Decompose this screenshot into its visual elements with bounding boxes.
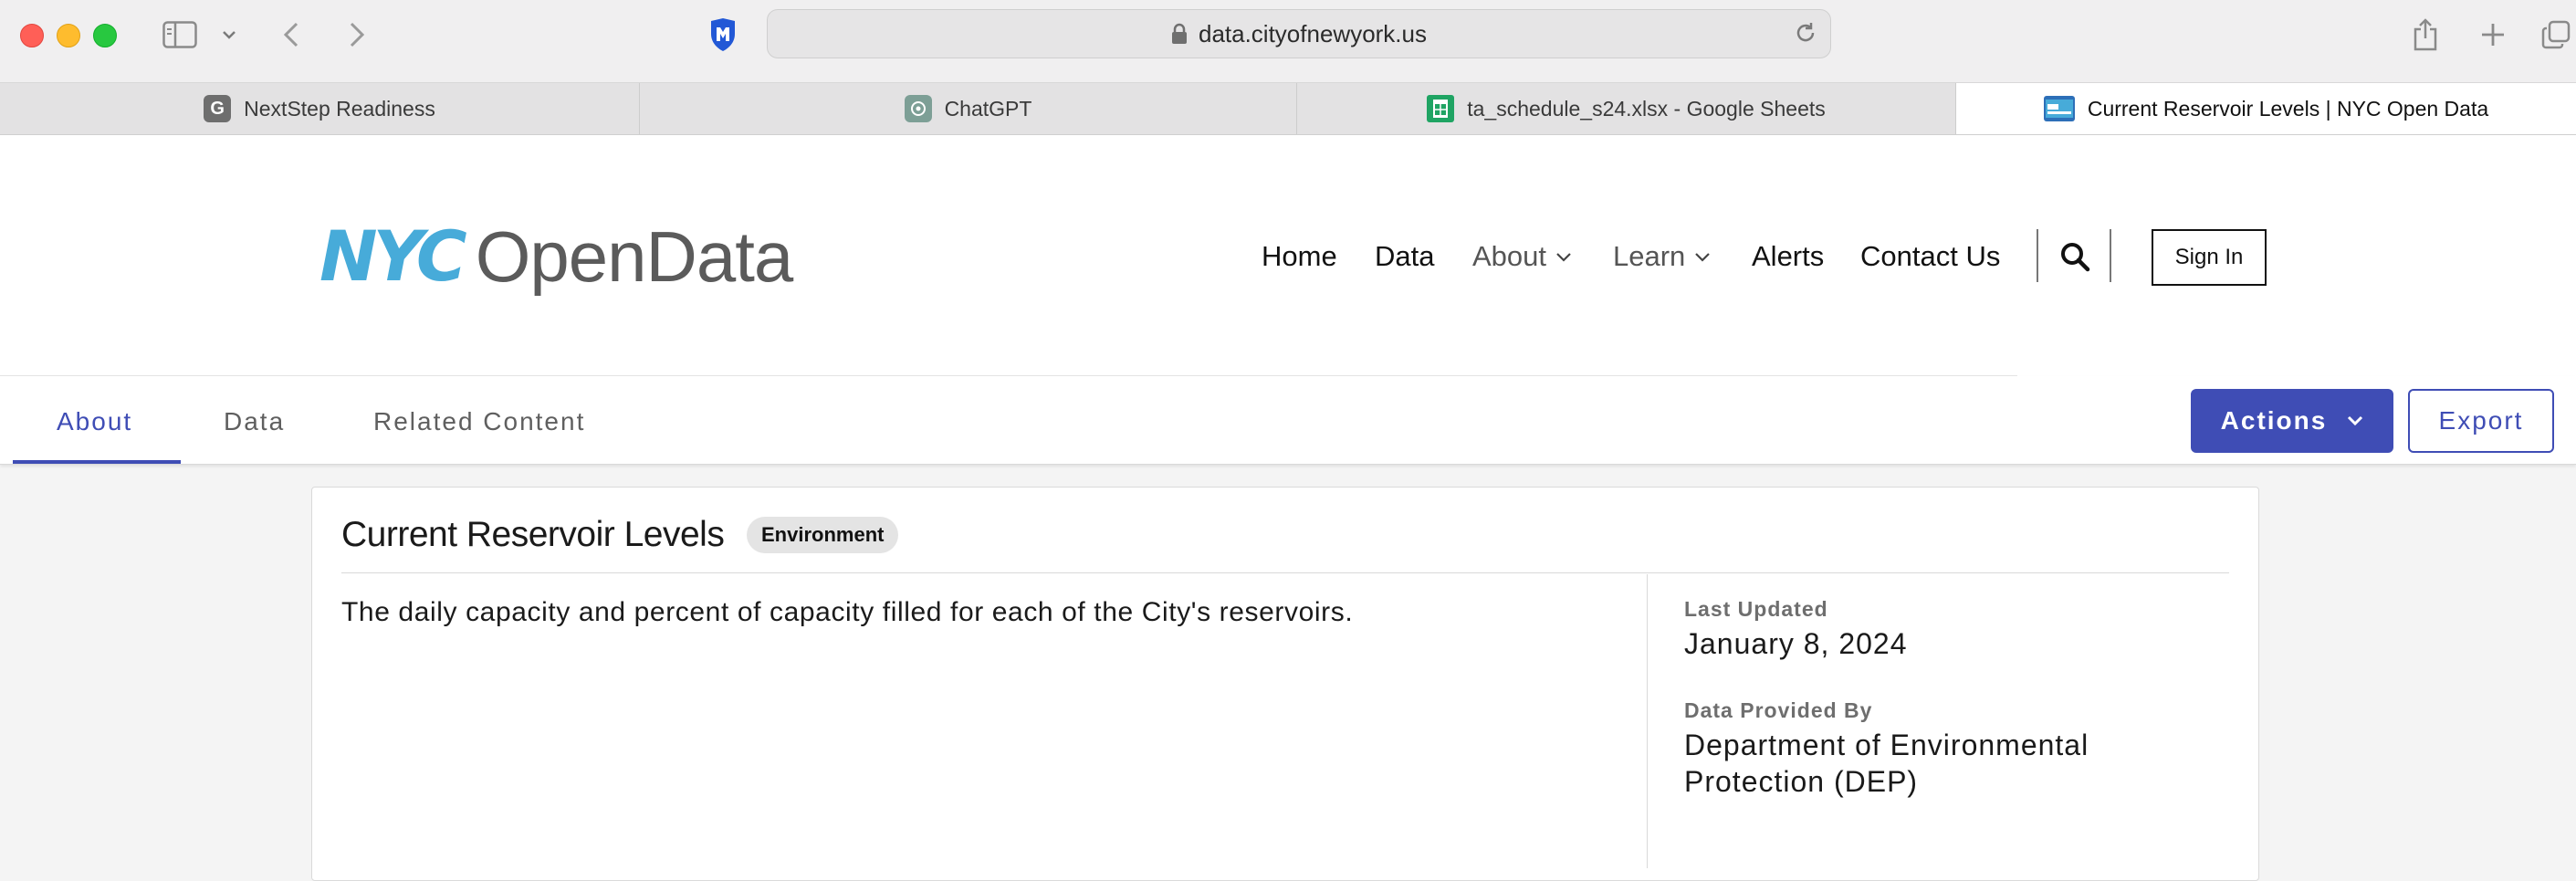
dataset-card: Current Reservoir Levels Environment The… [311, 487, 2259, 881]
new-tab-plus-icon[interactable] [2477, 15, 2508, 55]
tab-about[interactable]: About [57, 407, 132, 436]
chevron-down-icon [1694, 251, 1711, 262]
sidebar-toggle-icon[interactable] [161, 15, 199, 55]
browser-tab-sheets[interactable]: ta_schedule_s24.xlsx - Google Sheets [1297, 83, 1956, 134]
logo-nyc-text: NYC [319, 215, 467, 297]
tab-title: Current Reservoir Levels | NYC Open Data [2087, 96, 2489, 121]
nav-data[interactable]: Data [1375, 240, 1434, 273]
export-button[interactable]: Export [2408, 389, 2554, 453]
nav-contact-us[interactable]: Contact Us [1860, 240, 2000, 273]
browser-tab-chatgpt[interactable]: ChatGPT [640, 83, 1297, 134]
category-badge[interactable]: Environment [747, 517, 899, 553]
tab-related-content[interactable]: Related Content [373, 407, 585, 436]
reload-icon[interactable] [1794, 21, 1817, 45]
nav-about[interactable]: About [1472, 240, 1572, 273]
nav-divider [2110, 229, 2111, 282]
card-divider [341, 572, 2229, 573]
chevron-down-icon[interactable] [219, 15, 239, 55]
chevron-down-icon [2347, 415, 2363, 426]
search-icon[interactable] [2059, 241, 2090, 277]
nav-alerts[interactable]: Alerts [1752, 240, 1824, 273]
tab-overview-icon[interactable] [2539, 15, 2572, 55]
tab-data[interactable]: Data [224, 407, 285, 436]
minimize-window-button[interactable] [57, 24, 80, 47]
actions-label: Actions [2220, 406, 2328, 435]
site-header: NYC OpenData Home Data About Learn Alert… [0, 135, 2576, 376]
forward-arrow-icon[interactable] [345, 15, 369, 55]
sign-in-button[interactable]: Sign In [2152, 229, 2267, 286]
nav-home[interactable]: Home [1262, 240, 1337, 273]
browser-tab-bar: G NextStep Readiness ChatGPT ta_schedule… [0, 83, 2576, 135]
nav-learn[interactable]: Learn [1613, 240, 1711, 273]
browser-tab-nyc-opendata[interactable]: Current Reservoir Levels | NYC Open Data [1956, 83, 2576, 134]
browser-tab-nextstep[interactable]: G NextStep Readiness [0, 83, 640, 134]
address-bar[interactable]: data.cityofnewyork.us [767, 9, 1831, 58]
sheets-favicon-icon [1427, 95, 1455, 122]
tab-title: NextStep Readiness [244, 96, 435, 121]
nextstep-favicon-icon: G [204, 95, 232, 122]
url-text: data.cityofnewyork.us [1198, 19, 1427, 47]
nav-learn-label: Learn [1613, 240, 1686, 272]
tab-title: ta_schedule_s24.xlsx - Google Sheets [1467, 96, 1826, 121]
lock-icon [1171, 23, 1188, 45]
back-arrow-icon[interactable] [279, 15, 303, 55]
dataset-subnav: About Data Related Content Actions Expor… [0, 376, 2576, 465]
nav-divider [2037, 229, 2038, 282]
dataset-description: The daily capacity and percent of capaci… [341, 597, 1354, 627]
data-provided-by-value: Department of Environmental Protection (… [1684, 729, 2089, 798]
card-column-divider [1647, 574, 1648, 868]
shield-extension-icon[interactable] [705, 15, 741, 55]
zoom-window-button[interactable] [93, 24, 117, 47]
last-updated-value: January 8, 2024 [1684, 627, 1908, 660]
nav-about-label: About [1472, 240, 1547, 272]
dataset-title: Current Reservoir Levels [341, 515, 725, 554]
nyc-favicon-icon [2043, 96, 2075, 121]
active-tab-indicator [13, 460, 181, 464]
chevron-down-icon [1555, 251, 1572, 262]
nyc-opendata-logo[interactable]: NYC OpenData [319, 215, 794, 297]
close-window-button[interactable] [20, 24, 44, 47]
data-provided-by-label: Data Provided By [1684, 698, 1873, 722]
browser-toolbar: data.cityofnewyork.us [0, 0, 2576, 83]
tab-title: ChatGPT [944, 96, 1032, 121]
logo-opendata-text: OpenData [475, 216, 794, 297]
share-icon[interactable] [2410, 15, 2441, 55]
last-updated-label: Last Updated [1684, 597, 1828, 621]
actions-button[interactable]: Actions [2191, 389, 2393, 453]
chatgpt-favicon-icon [904, 95, 932, 122]
